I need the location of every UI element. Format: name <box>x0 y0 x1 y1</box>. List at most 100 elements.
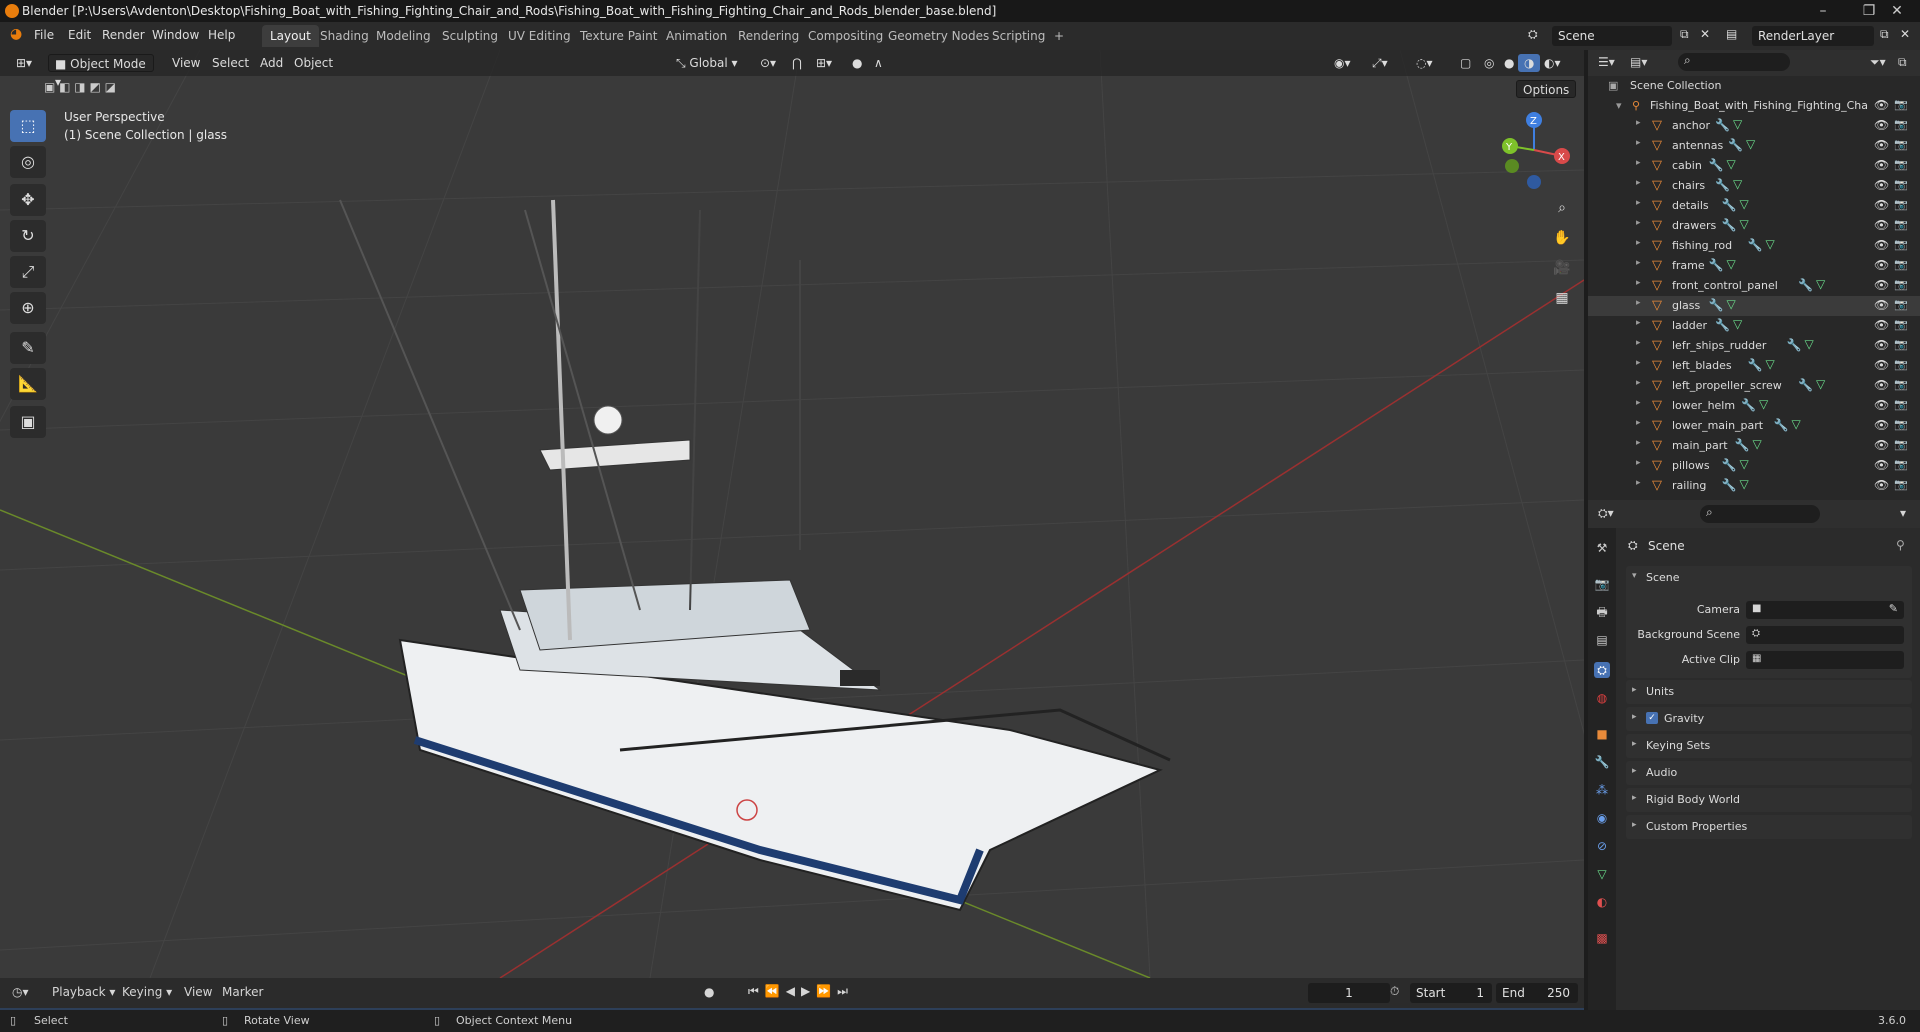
tab-sculpting[interactable]: Sculpting <box>434 25 506 47</box>
tab-geometry-nodes[interactable]: Geometry Nodes <box>880 25 997 47</box>
camera-icon[interactable]: 📷 <box>1894 438 1908 451</box>
move-tool[interactable]: ✥ <box>10 184 46 216</box>
outliner-row-lefr-ships-rudder[interactable]: ▸ ▽ lefr_ships_rudder 🔧 ▽ 👁 📷 <box>1588 336 1920 356</box>
expand-arrow-icon[interactable]: ▸ <box>1636 418 1641 428</box>
cursor-tool[interactable]: ◎ <box>10 146 46 178</box>
rigid-body-world-panel[interactable]: ▸ Rigid Body World <box>1626 788 1912 812</box>
expand-arrow-icon[interactable]: ▸ <box>1636 158 1641 168</box>
outliner-row-frame[interactable]: ▸ ▽ frame 🔧 ▽ 👁 📷 <box>1588 256 1920 276</box>
new-scene-icon[interactable]: ⧉ <box>1680 27 1689 42</box>
eye-icon[interactable]: 👁 <box>1874 358 1889 372</box>
3d-viewport[interactable]: User Perspective (1) Scene Collection | … <box>0 50 1584 978</box>
properties-type-icon[interactable]: ⛭▾ <box>1598 506 1614 521</box>
object-mode-dropdown[interactable]: ■ Object Mode ▾ <box>48 54 154 89</box>
outliner-row-boat-collection[interactable]: ▾ ⚲ Fishing_Boat_with_Fishing_Fighting_C… <box>1588 96 1920 116</box>
constraints-tab-icon[interactable]: ⊘ <box>1594 838 1610 854</box>
expand-arrow-icon[interactable]: ▸ <box>1636 238 1641 248</box>
tab-animation[interactable]: Animation <box>658 25 735 47</box>
outliner-row-anchor[interactable]: ▸ ▽ anchor 🔧 ▽ 👁 📷 <box>1588 116 1920 136</box>
current-frame-field[interactable]: 1 <box>1308 983 1390 1003</box>
rendered-shading-icon[interactable]: ◐▾ <box>1538 54 1567 72</box>
expand-arrow-icon[interactable]: ▸ <box>1636 138 1641 148</box>
gravity-panel[interactable]: ▸ ✓ Gravity <box>1626 707 1912 731</box>
outliner-search-input[interactable]: ⌕ <box>1678 53 1790 71</box>
tab-uv-editing[interactable]: UV Editing <box>500 25 579 47</box>
xray-icon[interactable]: ▢ <box>1454 54 1477 72</box>
camera-field[interactable]: ■ ✎ <box>1746 601 1904 619</box>
outliner-row-pillows[interactable]: ▸ ▽ pillows 🔧 ▽ 👁 📷 <box>1588 456 1920 476</box>
expand-arrow-icon[interactable]: ▸ <box>1636 118 1641 128</box>
output-tab-icon[interactable]: 🖶 <box>1594 604 1610 620</box>
world-tab-icon[interactable]: ◍ <box>1594 690 1610 706</box>
scene-field[interactable]: Scene <box>1552 26 1672 46</box>
tab-rendering[interactable]: Rendering <box>730 25 807 47</box>
outliner-type-icon[interactable]: ☰▾ <box>1598 55 1615 69</box>
camera-icon[interactable]: 📷 <box>1894 338 1908 351</box>
filter-icon[interactable]: ⏷▾ <box>1870 55 1886 70</box>
eye-icon[interactable]: 👁 <box>1874 198 1889 212</box>
menu-select[interactable]: Select <box>206 54 255 72</box>
menu-view[interactable]: View <box>166 54 206 72</box>
object-tab-icon[interactable]: ■ <box>1594 726 1610 742</box>
menu-marker[interactable]: Marker <box>222 985 263 999</box>
expand-arrow-icon[interactable]: ▸ <box>1636 438 1641 448</box>
eye-icon[interactable]: 👁 <box>1874 378 1889 392</box>
renderlayer-icon[interactable]: ▤ <box>1726 27 1737 41</box>
camera-icon[interactable]: 📷 <box>1894 298 1908 311</box>
camera-icon[interactable]: 📷 <box>1894 478 1908 491</box>
outliner-row-ladder[interactable]: ▸ ▽ ladder 🔧 ▽ 👁 📷 <box>1588 316 1920 336</box>
options-chevron-icon[interactable]: ▾ <box>1900 506 1906 520</box>
menu-file[interactable]: File <box>34 28 54 42</box>
editor-type-icon[interactable]: ⊞▾ <box>10 54 38 72</box>
close-button[interactable]: ✕ <box>1874 0 1920 22</box>
camera-icon[interactable]: 📷 <box>1894 418 1908 431</box>
eye-icon[interactable]: 👁 <box>1874 258 1889 272</box>
render-tab-icon[interactable]: 📷 <box>1594 576 1610 592</box>
tool-tab-icon[interactable]: ⚒ <box>1594 540 1610 556</box>
scene-tab-icon[interactable]: ⛭ <box>1594 662 1610 678</box>
outliner-row-drawers[interactable]: ▸ ▽ drawers 🔧 ▽ 👁 📷 <box>1588 216 1920 236</box>
annotate-tool[interactable]: ✎ <box>10 332 46 364</box>
menu-help[interactable]: Help <box>208 28 235 42</box>
tab-layout[interactable]: Layout <box>262 25 319 47</box>
add-cube-tool[interactable]: ▣ <box>10 406 46 438</box>
camera-icon[interactable]: 📷 <box>1894 98 1908 111</box>
transform-orientation-dropdown[interactable]: ⤡ Global ▾ <box>670 54 744 72</box>
eye-icon[interactable]: 👁 <box>1874 238 1889 252</box>
material-tab-icon[interactable]: ◐ <box>1594 894 1610 910</box>
outliner-row-railing[interactable]: ▸ ▽ railing 🔧 ▽ 👁 📷 <box>1588 476 1920 496</box>
eye-icon[interactable]: 👁 <box>1874 98 1889 112</box>
falloff-icon[interactable]: ∧ <box>868 54 889 72</box>
expand-arrow-icon[interactable]: ▸ <box>1636 198 1641 208</box>
eye-icon[interactable]: 👁 <box>1874 178 1889 192</box>
selection-mode-icons[interactable]: ▣ ◧ ◨ ◩ ◪ <box>44 80 140 96</box>
gizmo-toggle-icon[interactable]: ⤢▾ <box>1366 54 1394 72</box>
end-frame-field[interactable]: End 250 <box>1496 983 1578 1003</box>
custom-properties-panel[interactable]: ▸ Custom Properties <box>1626 815 1912 839</box>
overlay-toggle-icon[interactable]: ◌▾ <box>1410 54 1439 72</box>
outliner-row-front-control-panel[interactable]: ▸ ▽ front_control_panel 🔧 ▽ 👁 📷 <box>1588 276 1920 296</box>
transform-tool[interactable]: ⊕ <box>10 292 46 324</box>
background-scene-field[interactable]: ⛭ <box>1746 626 1904 644</box>
physics-tab-icon[interactable]: ◉ <box>1594 810 1610 826</box>
expand-arrow-icon[interactable]: ▸ <box>1636 178 1641 188</box>
keying-sets-panel[interactable]: ▸ Keying Sets <box>1626 734 1912 758</box>
expand-arrow-icon[interactable]: ▸ <box>1636 478 1641 488</box>
outliner-row-fishing-rod[interactable]: ▸ ▽ fishing_rod 🔧 ▽ 👁 📷 <box>1588 236 1920 256</box>
display-mode-icon[interactable]: ▤▾ <box>1630 55 1647 69</box>
chevron-down-icon[interactable]: ▾ <box>1632 571 1637 581</box>
camera-icon[interactable]: 📷 <box>1894 118 1908 131</box>
eye-icon[interactable]: 👁 <box>1874 158 1889 172</box>
camera-icon[interactable]: 📷 <box>1894 138 1908 151</box>
outliner-row-details[interactable]: ▸ ▽ details 🔧 ▽ 👁 📷 <box>1588 196 1920 216</box>
camera-icon[interactable]: 📷 <box>1894 158 1908 171</box>
renderlayer-field[interactable]: RenderLayer <box>1752 26 1874 46</box>
outliner-row-left-blades[interactable]: ▸ ▽ left_blades 🔧 ▽ 👁 📷 <box>1588 356 1920 376</box>
outliner-row-antennas[interactable]: ▸ ▽ antennas 🔧 ▽ 👁 📷 <box>1588 136 1920 156</box>
particles-tab-icon[interactable]: ⁂ <box>1594 782 1610 798</box>
expand-arrow-icon[interactable]: ▸ <box>1636 318 1641 328</box>
outliner-row-glass[interactable]: ▸ ▽ glass 🔧 ▽ 👁 📷 <box>1588 296 1920 316</box>
playback-controls[interactable]: ⏮⏪◀▶⏩⏭ <box>748 984 854 999</box>
pan-hand-icon[interactable]: ✋ <box>1548 224 1576 252</box>
tab-modeling[interactable]: Modeling <box>368 25 439 47</box>
